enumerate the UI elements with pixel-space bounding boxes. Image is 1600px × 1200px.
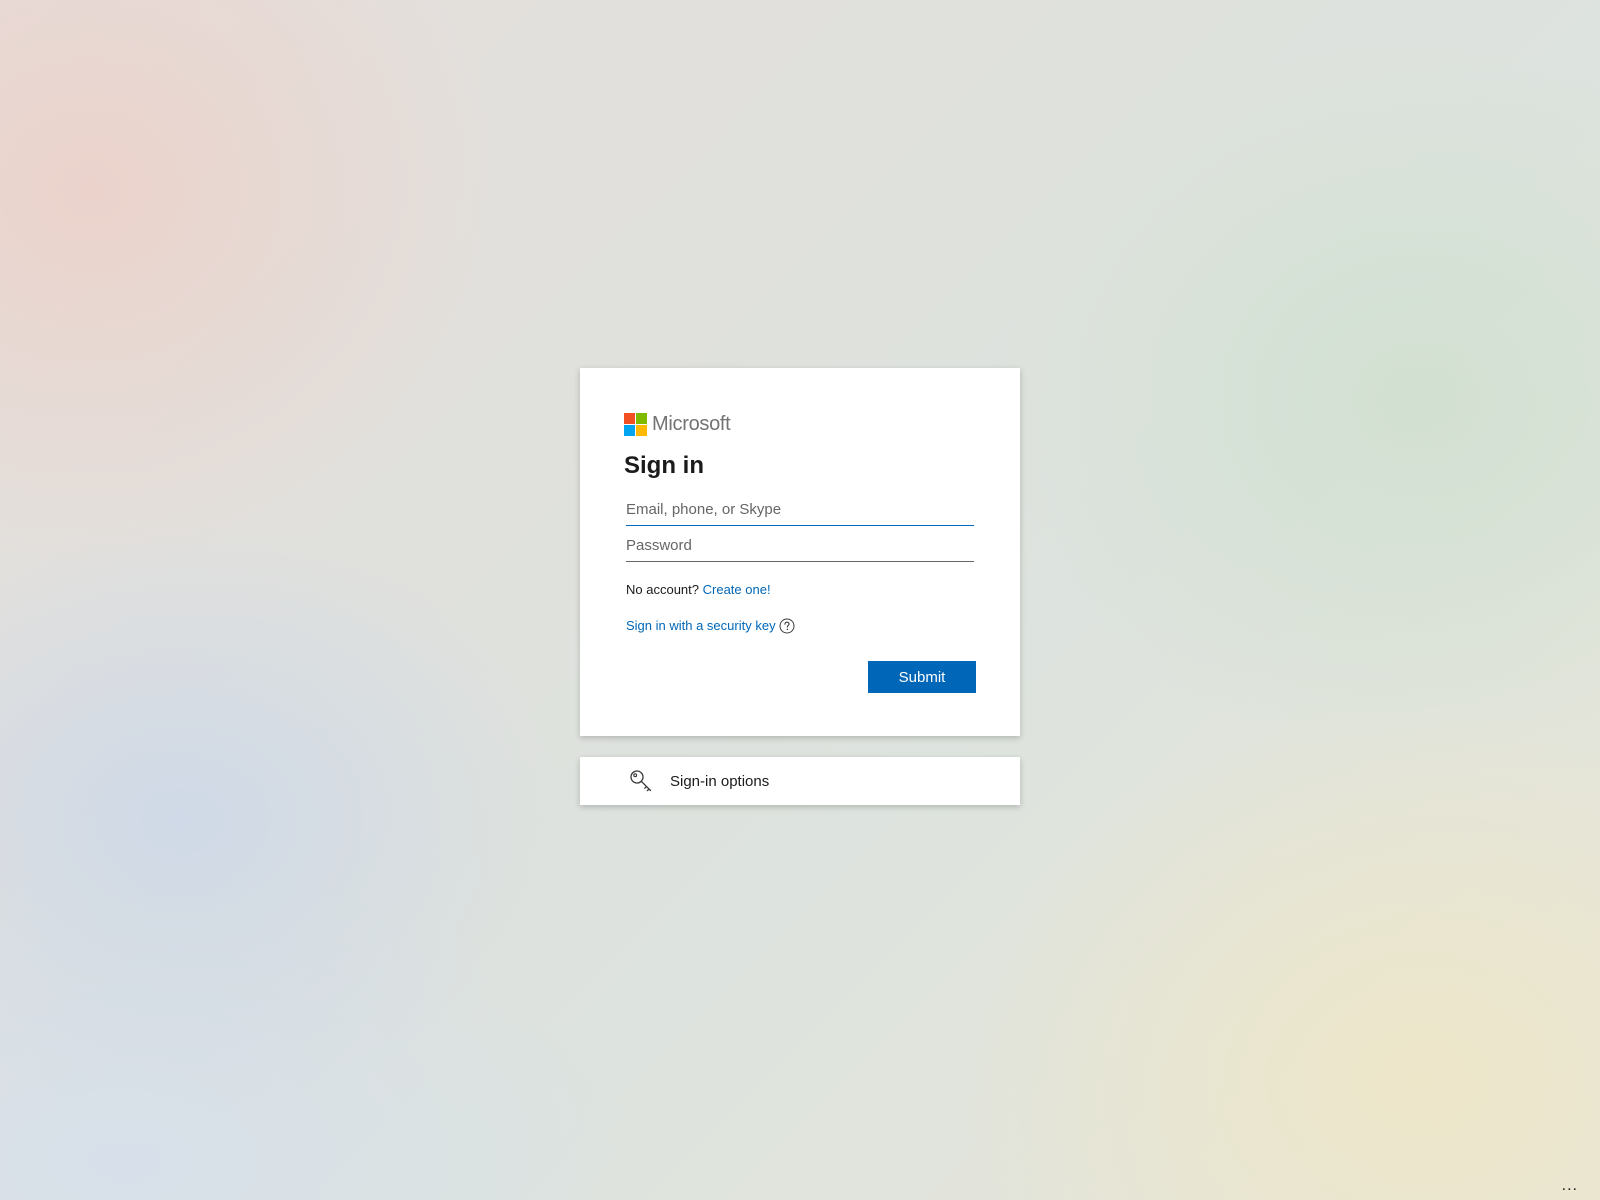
signin-options-button[interactable]: Sign-in options <box>580 757 1020 805</box>
logo-square-yellow <box>636 424 647 436</box>
more-options-button[interactable]: ... <box>1562 1178 1578 1194</box>
help-icon[interactable] <box>779 618 795 634</box>
password-field[interactable] <box>626 530 974 562</box>
no-account-text: No account? <box>626 582 699 597</box>
logo-square-red <box>624 412 635 424</box>
create-account-link[interactable]: Create one! <box>703 582 771 597</box>
page-title: Sign in <box>624 452 704 479</box>
logo-square-blue <box>624 424 635 436</box>
logo-square-green <box>636 412 647 424</box>
submit-button[interactable]: Submit <box>868 661 976 693</box>
key-icon <box>628 768 654 794</box>
microsoft-logo-icon <box>624 412 647 436</box>
no-account-row: No account? Create one! <box>626 582 771 598</box>
security-key-row: Sign in with a security key <box>626 618 795 634</box>
brand-name: Microsoft <box>652 413 731 435</box>
signin-card: Microsoft Sign in No account? Create one… <box>580 368 1020 736</box>
signin-options-label: Sign-in options <box>670 772 770 790</box>
microsoft-logo: Microsoft <box>624 412 731 436</box>
email-field[interactable] <box>626 494 974 526</box>
security-key-link[interactable]: Sign in with a security key <box>626 618 776 634</box>
